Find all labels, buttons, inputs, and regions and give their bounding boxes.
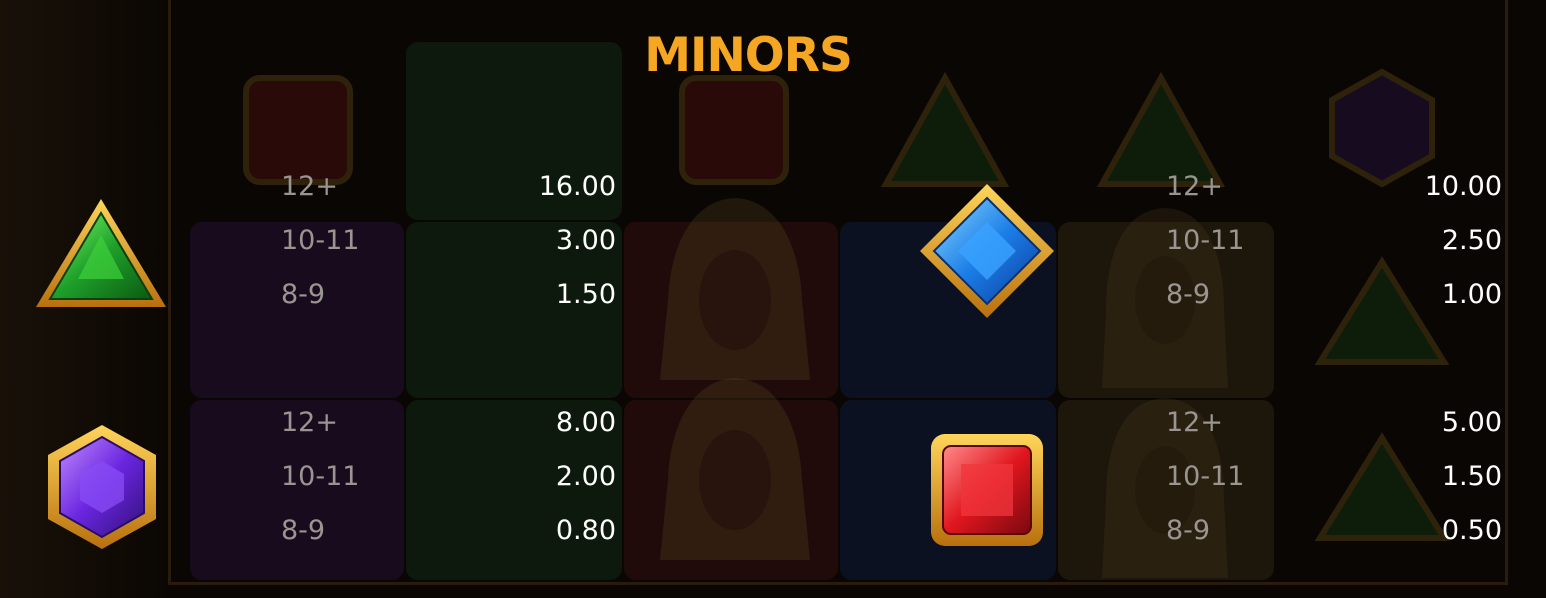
payout-value: 2.50: [1441, 225, 1502, 256]
green-triangle-gem-icon: [36, 199, 166, 307]
payout-value: 0.50: [1441, 515, 1502, 546]
count-label: 12+: [281, 407, 338, 438]
ghost-red-gem-icon: [679, 75, 789, 185]
count-label: 12+: [1166, 407, 1223, 438]
payout-value: 2.00: [555, 461, 616, 492]
count-label: 10-11: [281, 461, 360, 492]
count-label: 8-9: [1166, 515, 1211, 546]
count-label: 8-9: [281, 515, 326, 546]
ghost-pharaoh-icon: [660, 378, 810, 560]
purple-hexagon-gem-icon: [48, 425, 156, 549]
ghost-green-gem-icon: [880, 72, 1010, 187]
payout-value: 10.00: [1424, 171, 1502, 202]
payout-value: 1.50: [1441, 461, 1502, 492]
count-label: 12+: [281, 171, 338, 202]
ghost-pharaoh-icon: [660, 198, 810, 380]
count-label: 8-9: [1166, 279, 1211, 310]
count-label: 12+: [1166, 171, 1223, 202]
payout-value: 1.50: [555, 279, 616, 310]
page-title: MINORS: [644, 28, 853, 83]
count-label: 10-11: [281, 225, 360, 256]
payout-value: 8.00: [555, 407, 616, 438]
count-label: 10-11: [1166, 225, 1245, 256]
blue-diamond-gem-icon: [920, 184, 1054, 318]
payout-value: 3.00: [555, 225, 616, 256]
payout-value: 16.00: [538, 171, 616, 202]
payout-value: 1.00: [1441, 279, 1502, 310]
count-label: 8-9: [281, 279, 326, 310]
payout-value: 5.00: [1441, 407, 1502, 438]
background-reels: [0, 0, 1546, 598]
red-square-gem-icon: [931, 434, 1043, 546]
ghost-green-gem-icon: [1314, 256, 1450, 365]
count-label: 10-11: [1166, 461, 1245, 492]
payout-value: 0.80: [555, 515, 616, 546]
